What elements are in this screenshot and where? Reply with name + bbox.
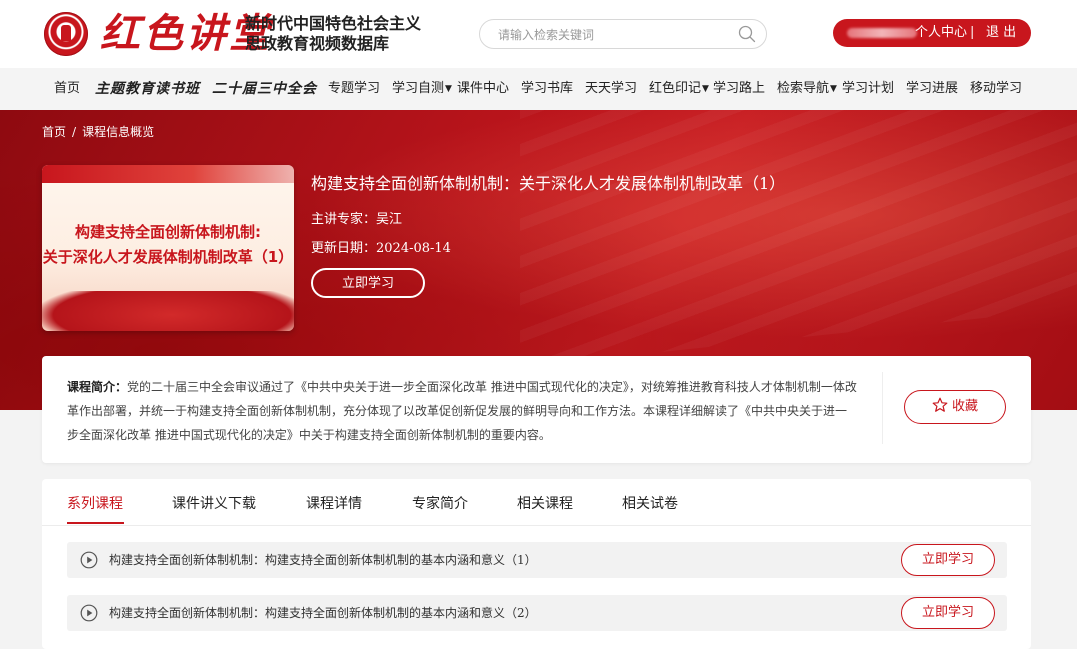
lesson-title[interactable]: 构建支持全面创新体制机制：构建支持全面创新体制机制的基本内涵和意义（2） xyxy=(109,604,537,621)
nav-item-study-plan[interactable]: 学习计划 xyxy=(842,68,894,110)
play-circle-icon[interactable] xyxy=(80,604,98,622)
search-box xyxy=(479,19,767,49)
course-expert: 主讲专家：吴江 xyxy=(311,212,403,227)
play-circle-icon[interactable] xyxy=(80,551,98,569)
chevron-down-icon: ▼ xyxy=(830,84,837,94)
tab-related-exams[interactable]: 相关试卷 xyxy=(622,493,678,513)
course-intro: 课程简介：党的二十届三中全会审议通过了《中共中央关于进一步全面深化改革 推进中国… xyxy=(67,375,857,447)
favorite-button[interactable]: 收藏 xyxy=(904,390,1006,424)
logout-link[interactable]: 退 出 xyxy=(986,19,1016,47)
main-nav: 首页 主题教育读书班 二十届三中全会 专题学习 学习自测▼ 课件中心 学习书库 … xyxy=(0,68,1077,111)
star-icon xyxy=(932,397,948,412)
nav-item-topic-study[interactable]: 专题学习 xyxy=(328,68,380,110)
nav-item-study-road[interactable]: 学习路上 xyxy=(713,68,765,110)
intro-text: 党的二十届三中全会审议通过了《中共中央关于进一步全面深化改革 推进中国式现代化的… xyxy=(67,380,857,442)
cover-title-line1: 构建支持全面创新体制机制: xyxy=(75,223,261,241)
user-bar: 个人中心 | 退 出 xyxy=(833,19,1031,47)
lesson-study-button[interactable]: 立即学习 xyxy=(901,597,995,629)
nav-item-daily-study[interactable]: 天天学习 xyxy=(585,68,637,110)
start-study-button[interactable]: 立即学习 xyxy=(311,268,425,298)
site-subtitle-line2: 思政教育视频数据库 xyxy=(245,34,390,53)
breadcrumb: 首页 / 课程信息概览 xyxy=(42,123,160,140)
intro-divider xyxy=(882,372,883,444)
nav-item-home[interactable]: 首页 xyxy=(54,68,80,110)
site-subtitle-line1: 新时代中国特色社会主义 xyxy=(245,14,422,33)
tabs-divider xyxy=(42,525,1031,526)
cover-title-line2: 关于深化人才发展体制机制改革（1） xyxy=(42,248,294,266)
nav-item-mobile-study[interactable]: 移动学习 xyxy=(970,68,1022,110)
username-masked xyxy=(847,28,917,38)
tab-expert-intro[interactable]: 专家简介 xyxy=(412,493,468,513)
course-cover-image: 构建支持全面创新体制机制: 关于深化人才发展体制机制改革（1） xyxy=(42,165,294,331)
nav-item-search-nav[interactable]: 检索导航▼ xyxy=(777,68,837,110)
breadcrumb-separator: / xyxy=(72,125,77,139)
nav-item-red-imprint[interactable]: 红色印记▼ xyxy=(649,68,709,110)
course-intro-card: 课程简介：党的二十届三中全会审议通过了《中共中央关于进一步全面深化改革 推进中国… xyxy=(42,356,1031,463)
active-tab-indicator xyxy=(67,522,124,524)
search-input[interactable] xyxy=(496,25,730,45)
tab-course-details[interactable]: 课程详情 xyxy=(306,493,362,513)
nav-item-third-plenum[interactable]: 二十届三中全会 xyxy=(212,68,317,110)
search-icon[interactable] xyxy=(738,25,756,43)
course-title: 构建支持全面创新体制机制：关于深化人才发展体制机制改革（1） xyxy=(311,174,786,193)
personal-center-link[interactable]: 个人中心 xyxy=(915,19,967,47)
nav-item-reading-class[interactable]: 主题教育读书班 xyxy=(95,68,200,110)
favorite-label: 收藏 xyxy=(951,399,978,414)
tab-related-courses[interactable]: 相关课程 xyxy=(517,493,573,513)
intro-label: 课程简介： xyxy=(67,380,128,394)
course-update-date: 更新日期：2024-08-14 xyxy=(311,241,451,256)
tab-courseware-download[interactable]: 课件讲义下载 xyxy=(172,493,256,513)
site-header: 红色讲堂 新时代中国特色社会主义 思政教育视频数据库 个人中心 | 退 出 xyxy=(0,0,1077,68)
lesson-study-button[interactable]: 立即学习 xyxy=(901,544,995,576)
nav-item-self-test[interactable]: 学习自测▼ xyxy=(392,68,452,110)
chevron-down-icon: ▼ xyxy=(702,84,709,94)
nav-item-study-progress[interactable]: 学习进展 xyxy=(906,68,958,110)
user-bar-separator: | xyxy=(970,25,975,40)
tab-series-courses[interactable]: 系列课程 xyxy=(67,493,123,513)
chevron-down-icon: ▼ xyxy=(445,84,452,94)
logo-emblem-icon[interactable] xyxy=(44,12,88,56)
nav-item-library[interactable]: 学习书库 xyxy=(521,68,573,110)
course-tabs-panel: 系列课程 课件讲义下载 课程详情 专家简介 相关课程 相关试卷 构建支持全面创新… xyxy=(42,479,1031,649)
nav-item-courseware[interactable]: 课件中心 xyxy=(457,68,509,110)
lesson-title[interactable]: 构建支持全面创新体制机制：构建支持全面创新体制机制的基本内涵和意义（1） xyxy=(109,551,537,568)
lesson-row[interactable]: 构建支持全面创新体制机制：构建支持全面创新体制机制的基本内涵和意义（2） 立即学… xyxy=(67,595,1007,631)
breadcrumb-current: 课程信息概览 xyxy=(82,125,155,139)
breadcrumb-home[interactable]: 首页 xyxy=(42,125,66,139)
lesson-row[interactable]: 构建支持全面创新体制机制：构建支持全面创新体制机制的基本内涵和意义（1） 立即学… xyxy=(67,542,1007,578)
